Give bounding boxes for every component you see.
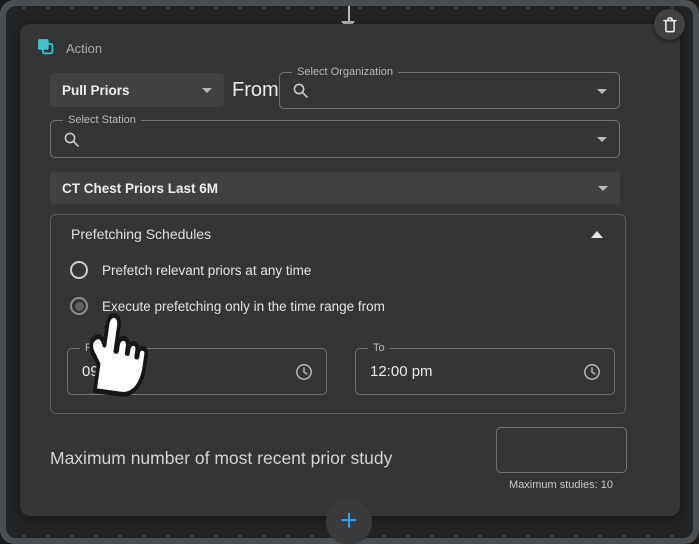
- delete-node-button[interactable]: [654, 9, 685, 40]
- radio-prefetch-any-time[interactable]: Prefetch relevant priors at any time: [70, 261, 311, 279]
- chevron-up-icon[interactable]: [591, 231, 603, 238]
- time-from-value: 09:00 am: [82, 363, 145, 380]
- radio-label: Execute prefetching only in the time ran…: [102, 299, 385, 314]
- station-select-field[interactable]: Select Station: [50, 120, 620, 158]
- action-layers-icon: [37, 38, 54, 55]
- trash-icon: [663, 17, 677, 33]
- time-to-value: 12:00 pm: [370, 363, 433, 380]
- search-icon: [292, 82, 309, 99]
- add-node-button[interactable]: +: [326, 499, 372, 544]
- radio-prefetch-time-range[interactable]: Execute prefetching only in the time ran…: [70, 297, 385, 315]
- chevron-down-icon: [597, 89, 607, 94]
- clock-icon[interactable]: [295, 363, 313, 381]
- ruleset-value: CT Chest Priors Last 6M: [62, 181, 218, 196]
- action-type-select[interactable]: Pull Priors: [50, 73, 224, 107]
- chevron-down-icon: [597, 137, 607, 142]
- clock-icon[interactable]: [583, 363, 601, 381]
- workflow-editor-frame: Action Pull Priors From Select Organizat…: [0, 0, 699, 544]
- connector-line: [348, 6, 350, 21]
- organization-field-label: Select Organization: [292, 66, 398, 78]
- chevron-down-icon: [598, 186, 608, 191]
- time-from-label: From: [80, 342, 116, 354]
- ruleset-select[interactable]: CT Chest Priors Last 6M: [50, 172, 620, 204]
- action-node-card: Action Pull Priors From Select Organizat…: [20, 24, 680, 516]
- time-to-field[interactable]: To 12:00 pm: [355, 348, 615, 395]
- radio-circle-icon: [70, 261, 88, 279]
- chevron-down-icon: [202, 88, 212, 93]
- max-priors-label: Maximum number of most recent prior stud…: [50, 448, 392, 469]
- max-studies-input[interactable]: [496, 427, 627, 473]
- radio-circle-icon: [70, 297, 88, 315]
- plus-icon: +: [340, 506, 358, 536]
- max-studies-helper: Maximum studies: 10: [466, 479, 656, 491]
- search-icon: [63, 131, 80, 148]
- radio-label: Prefetch relevant priors at any time: [102, 263, 311, 278]
- time-to-label: To: [368, 342, 390, 354]
- organization-select-field[interactable]: Select Organization: [279, 72, 620, 109]
- prefetching-schedules-panel: Prefetching Schedules Prefetch relevant …: [50, 214, 626, 414]
- from-connector-label: From: [232, 73, 279, 107]
- workflow-canvas[interactable]: Action Pull Priors From Select Organizat…: [6, 6, 693, 538]
- station-field-label: Select Station: [63, 114, 141, 126]
- action-type-value: Pull Priors: [62, 83, 130, 98]
- card-title: Action: [66, 41, 102, 56]
- time-from-field[interactable]: From 09:00 am: [67, 348, 327, 395]
- panel-title: Prefetching Schedules: [71, 226, 211, 242]
